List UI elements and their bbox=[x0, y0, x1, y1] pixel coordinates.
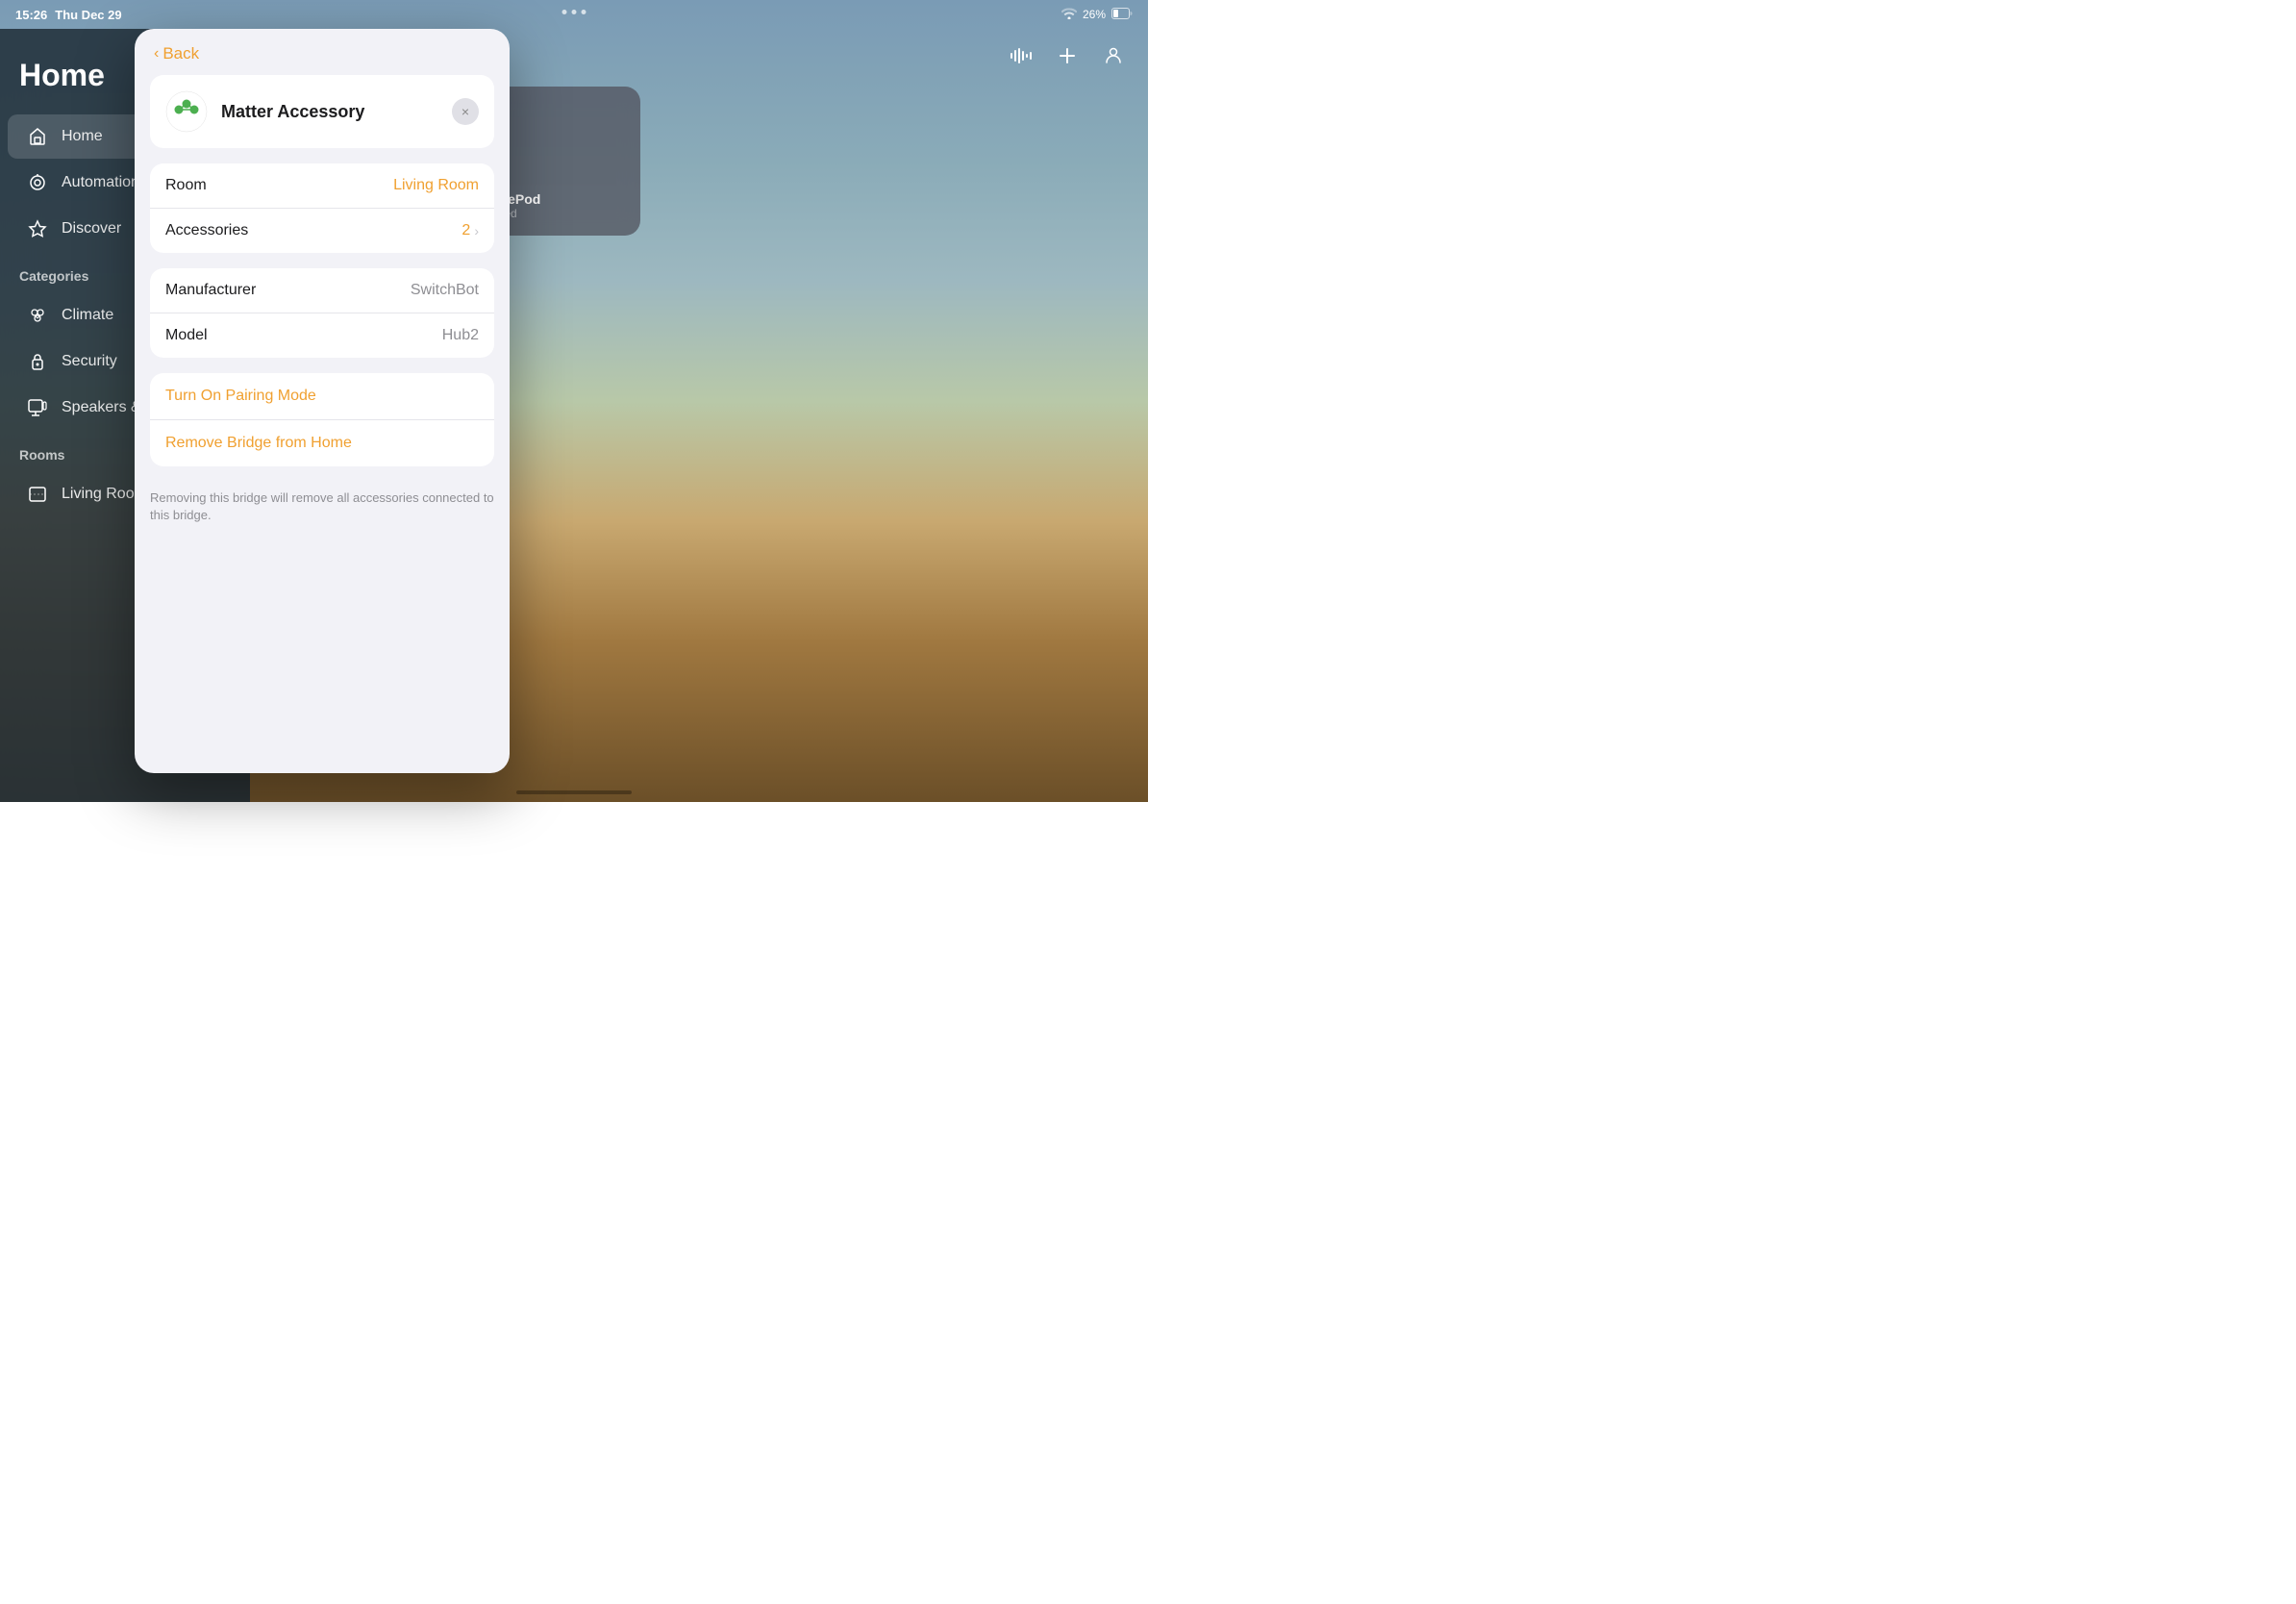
three-dots-indicator bbox=[562, 10, 586, 14]
accessories-value: 2 › bbox=[462, 222, 479, 239]
discover-icon bbox=[27, 218, 48, 239]
back-chevron-icon: ‹ bbox=[154, 45, 159, 63]
automation-icon bbox=[27, 172, 48, 193]
main-topbar bbox=[986, 29, 1148, 83]
room-value: Living Room bbox=[393, 177, 479, 194]
room-row[interactable]: Room Living Room bbox=[150, 163, 494, 209]
warning-text: Removing this bridge will remove all acc… bbox=[135, 482, 510, 524]
person-button[interactable] bbox=[1098, 40, 1129, 71]
home-icon bbox=[27, 126, 48, 147]
dot-2 bbox=[572, 10, 577, 14]
manufacturer-model-card: Manufacturer SwitchBot Model Hub2 bbox=[150, 268, 494, 358]
manufacturer-row: Manufacturer SwitchBot bbox=[150, 268, 494, 313]
home-indicator bbox=[516, 790, 632, 794]
date: Thu Dec 29 bbox=[55, 8, 121, 22]
accessories-label: Accessories bbox=[165, 222, 248, 239]
security-icon bbox=[27, 351, 48, 372]
manufacturer-value: SwitchBot bbox=[411, 282, 479, 299]
close-icon: × bbox=[462, 104, 469, 119]
speakers-tvs-icon bbox=[27, 397, 48, 418]
sidebar-label-climate: Climate bbox=[62, 307, 113, 324]
battery-percent: 26% bbox=[1083, 8, 1106, 21]
model-label: Model bbox=[165, 327, 208, 344]
battery-icon bbox=[1111, 8, 1133, 22]
status-left: 15:26 Thu Dec 29 bbox=[15, 8, 122, 22]
status-right: 26% bbox=[1061, 8, 1133, 22]
waveform-button[interactable] bbox=[1006, 40, 1036, 71]
accessories-row[interactable]: Accessories 2 › bbox=[150, 209, 494, 253]
close-button[interactable]: × bbox=[452, 98, 479, 125]
model-row: Model Hub2 bbox=[150, 313, 494, 358]
sidebar-label-automation: Automation bbox=[62, 174, 139, 191]
back-label: Back bbox=[162, 44, 199, 63]
manufacturer-label: Manufacturer bbox=[165, 282, 256, 299]
sidebar-label-home: Home bbox=[62, 128, 103, 145]
modal-panel: ‹ Back Matter Accessory bbox=[135, 29, 510, 773]
matter-icon bbox=[165, 90, 208, 133]
status-bar: 15:26 Thu Dec 29 26% bbox=[0, 0, 1148, 29]
time: 15:26 bbox=[15, 8, 47, 22]
room-icon bbox=[27, 484, 48, 505]
pairing-mode-button[interactable]: Turn On Pairing Mode bbox=[150, 373, 494, 420]
add-button[interactable] bbox=[1052, 40, 1083, 71]
room-label: Room bbox=[165, 177, 207, 194]
model-value: Hub2 bbox=[442, 327, 479, 344]
sidebar-label-security: Security bbox=[62, 353, 117, 370]
accessories-chevron: › bbox=[474, 223, 479, 238]
dot-1 bbox=[562, 10, 567, 14]
room-accessories-card: Room Living Room Accessories 2 › bbox=[150, 163, 494, 253]
dot-3 bbox=[582, 10, 586, 14]
climate-icon bbox=[27, 305, 48, 326]
matter-title: Matter Accessory bbox=[221, 102, 438, 122]
actions-card: Turn On Pairing Mode Remove Bridge from … bbox=[150, 373, 494, 466]
back-button[interactable]: ‹ Back bbox=[135, 29, 510, 75]
wifi-icon bbox=[1061, 8, 1077, 22]
remove-bridge-button[interactable]: Remove Bridge from Home bbox=[150, 420, 494, 466]
sidebar-label-discover: Discover bbox=[62, 220, 121, 238]
accessories-count: 2 bbox=[462, 222, 470, 239]
matter-header-card: Matter Accessory × bbox=[150, 75, 494, 148]
